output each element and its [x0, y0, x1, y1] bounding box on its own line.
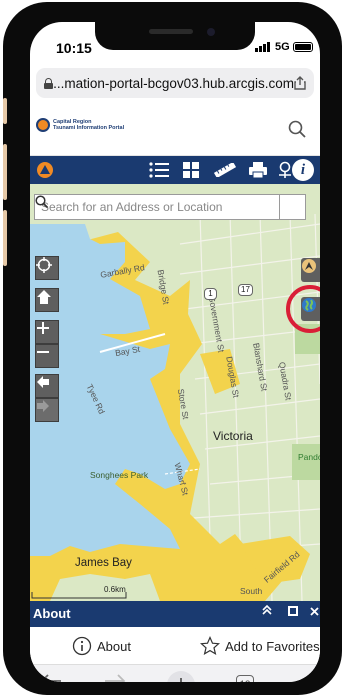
address-search-box[interactable]: Search for an Address or Location [34, 194, 306, 220]
share-icon[interactable] [294, 76, 306, 90]
grid-icon [183, 162, 199, 178]
site-header: Capital Region Tsunami Information Porta… [30, 110, 320, 156]
basemap-gallery-button[interactable] [180, 156, 202, 184]
address-search-button[interactable] [35, 195, 305, 219]
phone-frame: 10:15 5G ...mation-portal-bcgov03.hub.ar… [3, 2, 342, 695]
printer-icon [249, 162, 267, 179]
phone-screen: 10:15 5G ...mation-portal-bcgov03.hub.ar… [30, 22, 320, 682]
portal-logo[interactable]: Capital Region Tsunami Information Porta… [36, 118, 124, 132]
battery-icon [293, 42, 313, 52]
home-button[interactable] [35, 288, 59, 312]
add-to-favorites-button[interactable]: Add to Favorites [200, 636, 320, 656]
notch [95, 22, 255, 50]
place-label: Victoria [213, 429, 253, 443]
arrow-left-icon [37, 376, 49, 388]
print-button[interactable] [247, 156, 269, 184]
star-icon [200, 636, 220, 656]
app-logo-button[interactable] [34, 156, 56, 184]
measure-button[interactable] [213, 156, 237, 184]
about-panel-title: About [33, 606, 71, 621]
compass-button[interactable] [301, 258, 320, 282]
about-button[interactable]: About [72, 636, 131, 656]
map-canvas [30, 184, 320, 601]
mute-switch [3, 98, 7, 124]
place-label: Songhees Park [90, 470, 149, 480]
back-arrow-icon [40, 674, 61, 682]
info-circle-icon [72, 636, 92, 656]
close-panel-icon[interactable] [310, 604, 319, 619]
globe-icon [302, 298, 316, 312]
lock-icon [44, 77, 54, 89]
locate-pin-button[interactable] [277, 156, 293, 184]
next-extent-button[interactable] [35, 398, 59, 422]
pin-icon [279, 161, 291, 178]
plus-icon [180, 678, 182, 682]
new-tab-button[interactable] [167, 671, 195, 682]
place-label: James Bay [75, 557, 132, 569]
address-bar[interactable]: ...mation-portal-bcgov03.hub.arcgis.com [36, 68, 314, 98]
more-options-icon[interactable] [295, 677, 315, 682]
about-button-label: About [97, 638, 131, 654]
route-shield-17: 17 [238, 284, 253, 296]
network-type: 5G [275, 41, 290, 53]
route-shield-1: 1 [204, 288, 217, 300]
forward-button[interactable] [104, 673, 126, 682]
street-label: South [240, 586, 263, 596]
previous-extent-button[interactable] [35, 374, 59, 398]
forward-arrow-icon [105, 674, 126, 682]
info-icon[interactable]: i [292, 159, 314, 181]
address-search-input[interactable]: Search for an Address or Location [35, 195, 279, 219]
portal-logo-icon [36, 118, 50, 132]
ruler-icon [214, 163, 236, 177]
volume-down-button [3, 210, 7, 266]
tsunami-logo-icon [37, 162, 53, 178]
logo-line-2: Tsunami Information Portal [53, 125, 125, 131]
url-text[interactable]: ...mation-portal-bcgov03.hub.arcgis.com [53, 76, 294, 91]
expand-panel-icon[interactable] [261, 604, 273, 619]
compass-icon [302, 259, 316, 273]
about-panel-actions: About Add to Favorites [30, 627, 320, 665]
about-panel-header: About [30, 601, 320, 627]
site-search-icon[interactable] [288, 120, 306, 138]
tab-count-button[interactable]: 12 [236, 675, 254, 682]
list-icon [149, 162, 169, 178]
back-button[interactable] [40, 673, 62, 682]
zoom-in-button[interactable] [35, 320, 59, 344]
signal-icon [255, 42, 270, 52]
layer-list-button[interactable] [148, 156, 170, 184]
volume-up-button [3, 144, 7, 200]
favorites-label: Add to Favorites [225, 638, 320, 654]
zoom-out-button[interactable] [35, 344, 59, 368]
arrow-right-icon [37, 400, 49, 412]
map-view[interactable]: Garbally Rd Bridge St Bay St Government … [30, 184, 320, 601]
locate-button[interactable] [35, 256, 59, 280]
scale-label: 0.6km [104, 585, 126, 594]
maximize-panel-icon[interactable] [288, 604, 298, 619]
minus-icon [37, 351, 49, 353]
search-icon [35, 195, 48, 208]
place-label: Pandora [298, 452, 320, 462]
crosshair-icon [36, 257, 52, 273]
browser-toolbar: 12 [30, 665, 320, 682]
map-toolbar: i [30, 156, 320, 184]
status-time: 10:15 [56, 40, 92, 56]
home-icon [37, 290, 51, 304]
plus-icon [37, 322, 49, 334]
basemap-toggle-button[interactable] [301, 297, 320, 321]
